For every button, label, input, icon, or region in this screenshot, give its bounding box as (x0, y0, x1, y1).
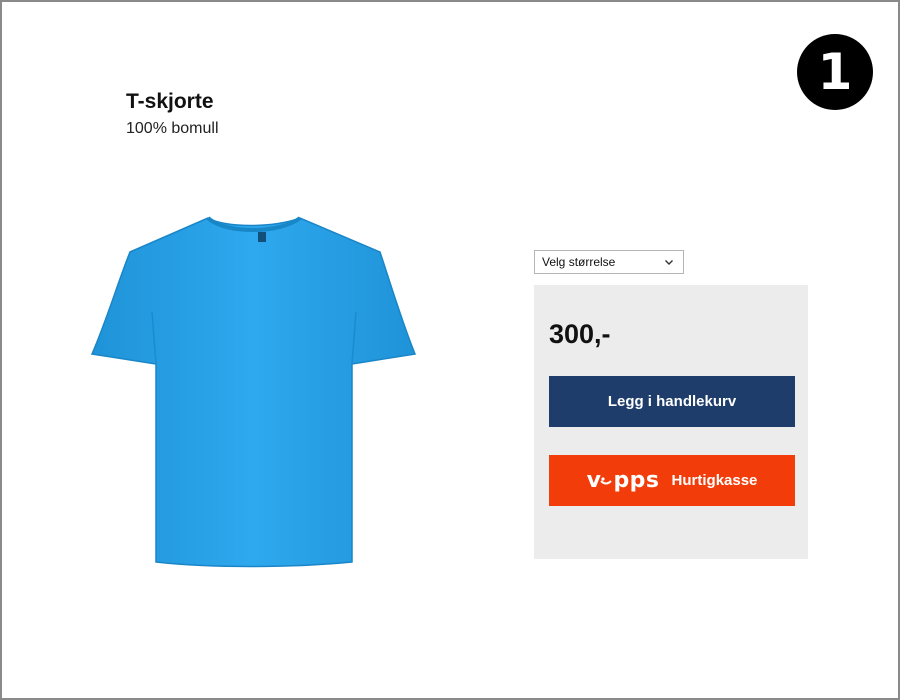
add-to-cart-button[interactable]: Legg i handlekurv (549, 376, 795, 427)
vipps-logo: v pps (586, 468, 660, 493)
vipps-express-checkout-button[interactable]: v pps Hurtigkasse (549, 455, 795, 506)
t-shirt-icon (90, 216, 417, 568)
page-frame: 1 T-skjorte 100% bomull Velg størrelse 3… (0, 0, 900, 700)
chevron-down-icon (665, 260, 673, 265)
product-subtitle: 100% bomull (126, 120, 219, 137)
add-to-cart-label: Legg i handlekurv (607, 393, 737, 410)
vipps-checkout-label: Hurtigkasse (671, 472, 758, 489)
size-select-value: Velg størrelse (542, 255, 616, 269)
product-title: T-skjorte (126, 90, 214, 113)
buy-panel: 300,- Legg i handlekurv v pps Hurtigkasse (534, 285, 808, 559)
size-select[interactable]: Velg størrelse (534, 250, 684, 274)
step-number-badge: 1 (797, 34, 873, 110)
product-price: 300,- (549, 319, 611, 349)
